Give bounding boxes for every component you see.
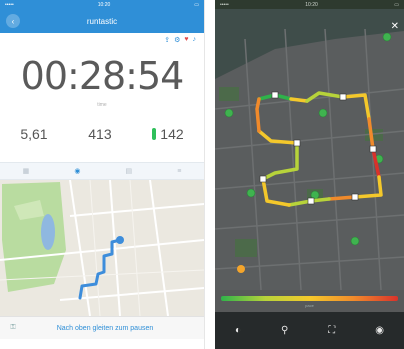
- map-toolbar: ◐ ⚲ ⛶ ◉: [215, 312, 404, 349]
- split-icon[interactable]: ≡: [177, 168, 181, 175]
- pace-map-canvas: [215, 9, 404, 290]
- running-app-screen: ••••• 10:20 ▭ ‹ runtastic ⇪ ⚙ ♥ ♪ 00:28:…: [0, 0, 205, 349]
- map-canvas: [0, 180, 204, 316]
- dashboard-icon[interactable]: ▦: [23, 167, 30, 175]
- current-position-marker: [116, 236, 124, 244]
- pace-map[interactable]: ✕: [215, 9, 404, 290]
- gear-icon[interactable]: ⚙: [174, 36, 180, 44]
- location-pin-icon[interactable]: ⚲: [281, 325, 288, 336]
- stats-row: 5,61 413 142: [0, 126, 204, 142]
- battery-icon-right: ▭: [394, 1, 399, 8]
- heart-icon[interactable]: ♥: [184, 36, 188, 44]
- lock-icon[interactable]: ⚿: [6, 324, 20, 332]
- graph-icon[interactable]: ▤: [126, 167, 133, 175]
- fullscreen-icon[interactable]: ⛶: [328, 325, 335, 336]
- pace-map-screen: ••••• 10:20 ▭ ✕ pace ◐ ⚲ ⛶ ◉: [215, 0, 404, 349]
- heart-rate-icon: [152, 128, 157, 140]
- status-time-right: 10:20: [305, 1, 318, 8]
- status-bar: ••••• 10:20 ▭: [0, 0, 204, 9]
- carrier-label: •••••: [5, 1, 14, 8]
- route-map[interactable]: [0, 180, 204, 316]
- pace-legend-gradient: [221, 296, 398, 301]
- heart-rate-stat: 142: [152, 126, 184, 142]
- pace-legend-label: pace: [305, 303, 314, 308]
- photo-icon[interactable]: ◉: [375, 325, 384, 336]
- close-icon[interactable]: ✕: [391, 22, 399, 32]
- chevron-left-icon[interactable]: ‹: [6, 14, 20, 28]
- timer-caption: time: [97, 102, 107, 108]
- carrier-label-right: •••••: [220, 1, 229, 8]
- view-tabs: ▦ ◉ ▤ ≡: [0, 162, 204, 180]
- music-icon[interactable]: ♪: [193, 36, 197, 44]
- swipe-to-pause-label: Nach oben gleiten zum pausen: [56, 324, 154, 332]
- status-time: 10:20: [97, 1, 111, 8]
- tool-icons: ⇪ ⚙ ♥ ♪: [164, 36, 196, 44]
- map-icon[interactable]: ◉: [74, 167, 80, 175]
- navbar: ‹ runtastic: [0, 9, 204, 33]
- layers-icon[interactable]: ◐: [235, 325, 241, 336]
- share-icon[interactable]: ⇪: [164, 36, 170, 44]
- status-bar-right: ••••• 10:20 ▭: [215, 0, 404, 9]
- calories-value: 413: [88, 126, 112, 142]
- battery-icon: ▭: [194, 1, 199, 8]
- distance-value: 5,61: [20, 126, 48, 142]
- pause-slider[interactable]: ⚿ Nach oben gleiten zum pausen: [0, 316, 204, 339]
- app-title: runtastic: [86, 16, 118, 26]
- elapsed-timer: 00:28:54: [20, 54, 185, 98]
- heart-rate-value: 142: [160, 126, 184, 142]
